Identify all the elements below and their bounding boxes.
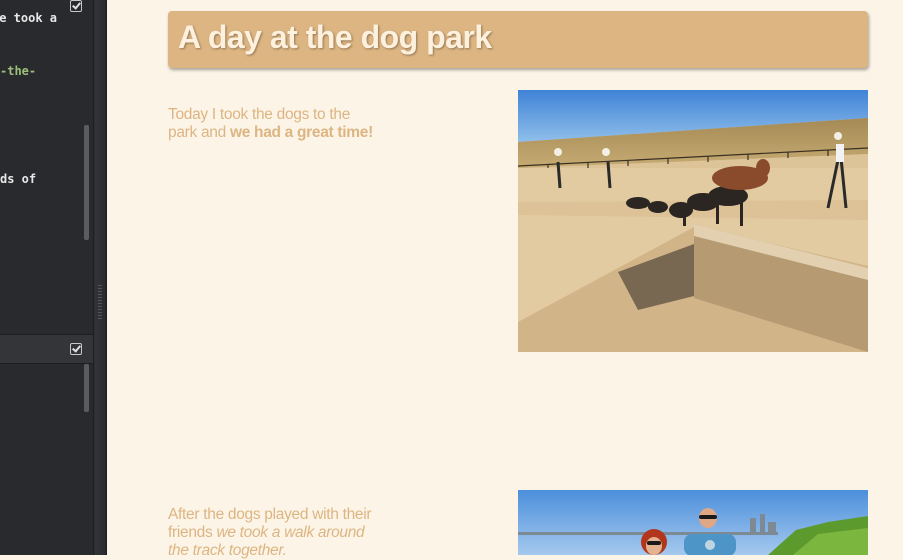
pane-splitter[interactable]: [93, 0, 107, 555]
editor-scrollbar[interactable]: [84, 364, 89, 412]
editor-line: -the-: [0, 64, 37, 78]
paragraph-1: Today I took the dogs to the park and we…: [168, 106, 378, 142]
editor-panel-divider: [0, 334, 93, 364]
editor-line: we took a: [0, 11, 58, 25]
splitter-grip-icon[interactable]: [98, 285, 102, 319]
editor-scrollbar[interactable]: [84, 125, 89, 240]
checkbox-icon[interactable]: [70, 343, 82, 355]
paragraph-bold-text: we had a great time!: [229, 124, 373, 141]
editor-line: ds of: [0, 172, 37, 186]
couple-walking-photo: [518, 490, 868, 555]
page-title: A day at the dog park: [178, 19, 492, 55]
title-banner: A day at the dog park: [168, 11, 868, 68]
paragraph-2: After the dogs played with their friends…: [168, 506, 378, 560]
checkbox-icon[interactable]: [70, 0, 82, 12]
dogs-at-park-photo: [518, 90, 868, 352]
markdown-editor-pane[interactable]: we took a -the- ds of: [0, 0, 93, 555]
